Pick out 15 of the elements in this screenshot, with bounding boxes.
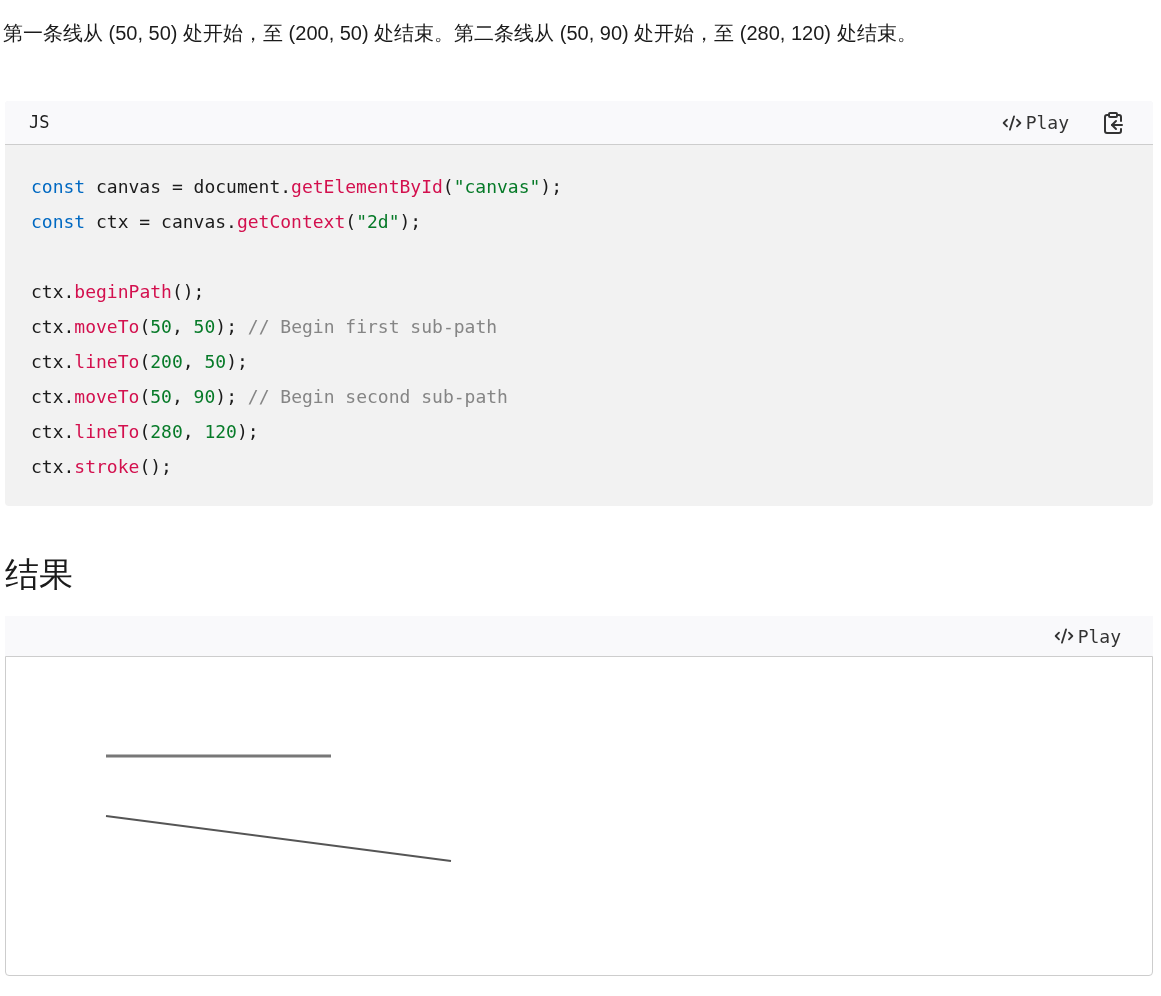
code-line: const ctx = canvas.getContext("2d"); <box>31 210 423 234</box>
code-line: ctx.moveTo(50, 50); // Begin first sub-path <box>31 315 499 339</box>
code-line: ctx.lineTo(200, 50); <box>31 350 249 374</box>
code-line: ctx.stroke(); <box>31 455 173 479</box>
language-label: JS <box>29 110 50 134</box>
code-icon <box>1053 626 1074 646</box>
code-line: ctx.moveTo(50, 90); // Begin second sub-path <box>31 385 509 409</box>
play-button[interactable]: Play <box>1045 618 1129 654</box>
play-button[interactable]: Play <box>993 105 1077 140</box>
intro-paragraph: 第一条线从 (50, 50) 处开始，至 (200, 50) 处结束。第二条线从 (50, 90) 处开始，至 (280, 120) 处结束。 <box>3 21 918 46</box>
clipboard-icon <box>1101 110 1125 135</box>
code-line: ctx.beginPath(); <box>31 280 206 304</box>
section-heading: 结果 <box>5 554 74 595</box>
code-line: ctx.lineTo(280, 120); <box>31 420 260 444</box>
code-line: const canvas = document.getElementById("canvas"); <box>31 175 564 199</box>
